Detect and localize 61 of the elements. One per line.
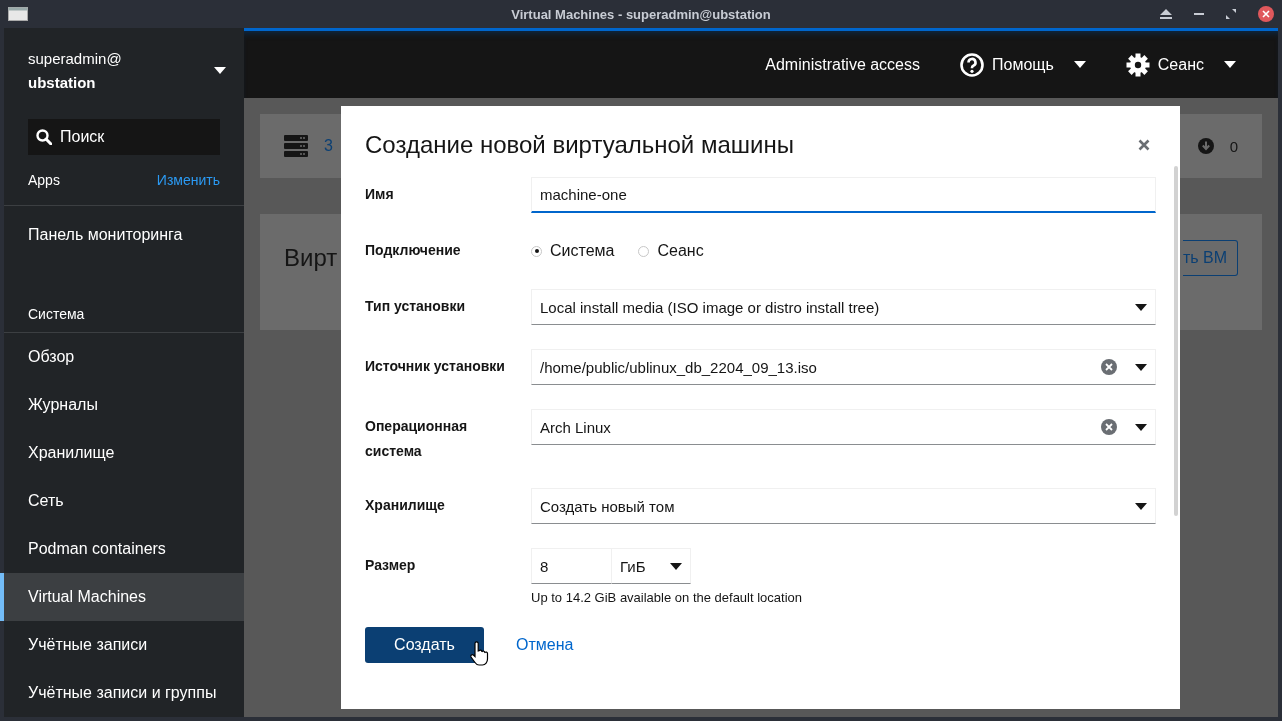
session-menu[interactable]: Сеанс bbox=[1125, 52, 1236, 77]
nav-item[interactable]: Обзор bbox=[0, 333, 244, 381]
select-field[interactable]: /home/public/ublinux_db_2204_09_13.iso bbox=[531, 349, 1156, 385]
select-field[interactable]: Local install media (ISO image or distro install tree) bbox=[531, 289, 1156, 325]
select-field[interactable]: Создать новый том bbox=[531, 488, 1156, 524]
field-label: Подключение bbox=[365, 241, 462, 260]
caret-icon bbox=[1135, 502, 1147, 510]
field-label: Хранилище bbox=[365, 496, 446, 515]
caret-icon bbox=[1224, 61, 1236, 68]
close-icon bbox=[1138, 139, 1150, 151]
caret-icon bbox=[1135, 363, 1147, 371]
size-input[interactable]: 8 bbox=[531, 548, 611, 584]
select-field[interactable]: Arch Linux bbox=[531, 409, 1156, 445]
nav-item[interactable]: Журналы bbox=[0, 381, 244, 429]
scrollbar[interactable] bbox=[1174, 166, 1178, 516]
create-button[interactable]: Создать bbox=[365, 627, 484, 663]
eject-icon bbox=[1160, 9, 1172, 19]
caret-icon bbox=[670, 562, 682, 570]
minimize-icon bbox=[1194, 13, 1204, 15]
field-label: Источник установки bbox=[365, 357, 506, 376]
field-label: Тип установки bbox=[365, 297, 467, 316]
field-label: Размер bbox=[365, 556, 417, 575]
caret-icon bbox=[1135, 303, 1147, 311]
nav-item[interactable]: Учётные записи bbox=[0, 621, 244, 669]
nav-item[interactable]: Учётные записи и группы bbox=[0, 669, 244, 717]
dialog-title: Создание новой виртуальной машины bbox=[365, 131, 794, 159]
field-label: Имя bbox=[365, 185, 395, 204]
nav-item[interactable]: Podman containers bbox=[0, 525, 244, 573]
down-arrow-circle-icon bbox=[1197, 138, 1214, 154]
radio-option[interactable]: Система bbox=[531, 242, 615, 260]
unit-select[interactable]: ГиБ bbox=[611, 548, 691, 584]
caret-icon bbox=[1073, 61, 1086, 68]
nav-item[interactable]: Сеть bbox=[0, 477, 244, 525]
count-label: 0 bbox=[1229, 137, 1238, 155]
nav-item[interactable]: Хранилище bbox=[0, 429, 244, 477]
nav-item[interactable]: Панель мониторинга bbox=[0, 205, 244, 262]
admin-access-label[interactable]: Administrative access bbox=[765, 55, 920, 74]
section-heading: Система bbox=[28, 306, 85, 322]
caret-icon bbox=[214, 67, 226, 74]
radio-option[interactable]: Сеанс bbox=[638, 242, 704, 260]
name-input[interactable]: machine-one bbox=[531, 177, 1156, 213]
apps-label: Apps bbox=[28, 171, 60, 188]
server-icon bbox=[284, 135, 308, 157]
gear-icon bbox=[1125, 52, 1150, 77]
hand-cursor-icon bbox=[469, 641, 489, 667]
user-host-menu[interactable]: superadmin@ ubstation bbox=[28, 46, 214, 95]
help-icon bbox=[960, 52, 984, 77]
close-button[interactable] bbox=[1138, 139, 1150, 151]
window-title: Virtual Machines - superadmin@ubstation bbox=[511, 6, 771, 22]
help-menu[interactable]: Помощь bbox=[960, 52, 1086, 77]
field-label: Операционная система bbox=[365, 417, 469, 461]
helper-text: Up to 14.2 GiB available on the default location bbox=[531, 590, 803, 605]
window-icon bbox=[8, 7, 28, 21]
edit-link[interactable]: Изменить bbox=[156, 171, 220, 188]
close-icon bbox=[1258, 6, 1274, 22]
nav-item[interactable]: Virtual Machines bbox=[0, 573, 244, 621]
cancel-link[interactable]: Отмена bbox=[516, 636, 574, 654]
restore-icon bbox=[1226, 9, 1236, 19]
caret-icon bbox=[1135, 423, 1147, 431]
search-field[interactable]: Поиск bbox=[28, 119, 220, 156]
section-title: Вирт bbox=[284, 244, 338, 272]
